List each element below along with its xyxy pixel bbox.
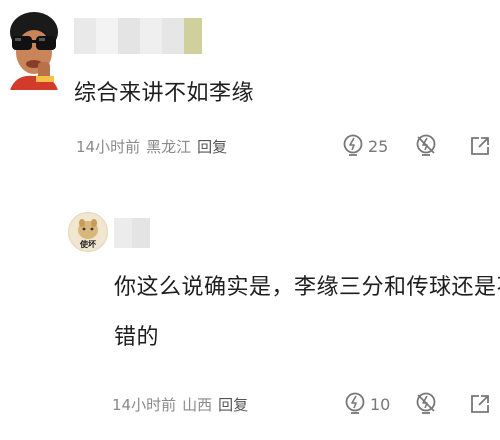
like-button[interactable]: 25 [342, 134, 388, 158]
like-button[interactable]: 10 [344, 392, 390, 416]
lightbulb-icon [344, 392, 366, 416]
lightbulb-off-icon [414, 392, 438, 416]
reply-time: 14小时前 [112, 396, 177, 414]
avatar-sunglasses[interactable] [6, 6, 62, 90]
like-count: 25 [368, 136, 389, 156]
lightbulb-icon [342, 134, 364, 158]
comment-time: 14小时前 [76, 138, 141, 156]
reply-text-line-2: 错的 [114, 325, 160, 350]
share-button[interactable] [470, 136, 490, 156]
avatar-reply[interactable]: 使坏 [68, 212, 108, 252]
reply-location: 山西 [182, 396, 213, 414]
lightbulb-off-icon [414, 134, 438, 158]
reply-button[interactable]: 回复 [218, 394, 248, 415]
comment-meta: 14小时前 黑龙江 回复 [76, 136, 227, 157]
share-icon [470, 136, 490, 156]
reply-text-line-1: 你这么说确实是，李缘三分和传球还是不 [114, 275, 500, 300]
username-blurred[interactable] [114, 218, 150, 248]
like-count: 10 [370, 394, 391, 414]
comment-location: 黑龙江 [146, 138, 192, 156]
share-icon [470, 394, 490, 414]
reply-meta: 14小时前 山西 回复 [112, 394, 248, 415]
username-blurred[interactable] [74, 18, 214, 54]
reply-button[interactable]: 回复 [197, 136, 227, 157]
dislike-button[interactable] [414, 392, 438, 416]
dislike-button[interactable] [414, 134, 438, 158]
comment-text: 综合来讲不如李缘 [74, 81, 255, 106]
share-button[interactable] [470, 394, 490, 414]
avatar-caption: 使坏 [79, 239, 96, 249]
